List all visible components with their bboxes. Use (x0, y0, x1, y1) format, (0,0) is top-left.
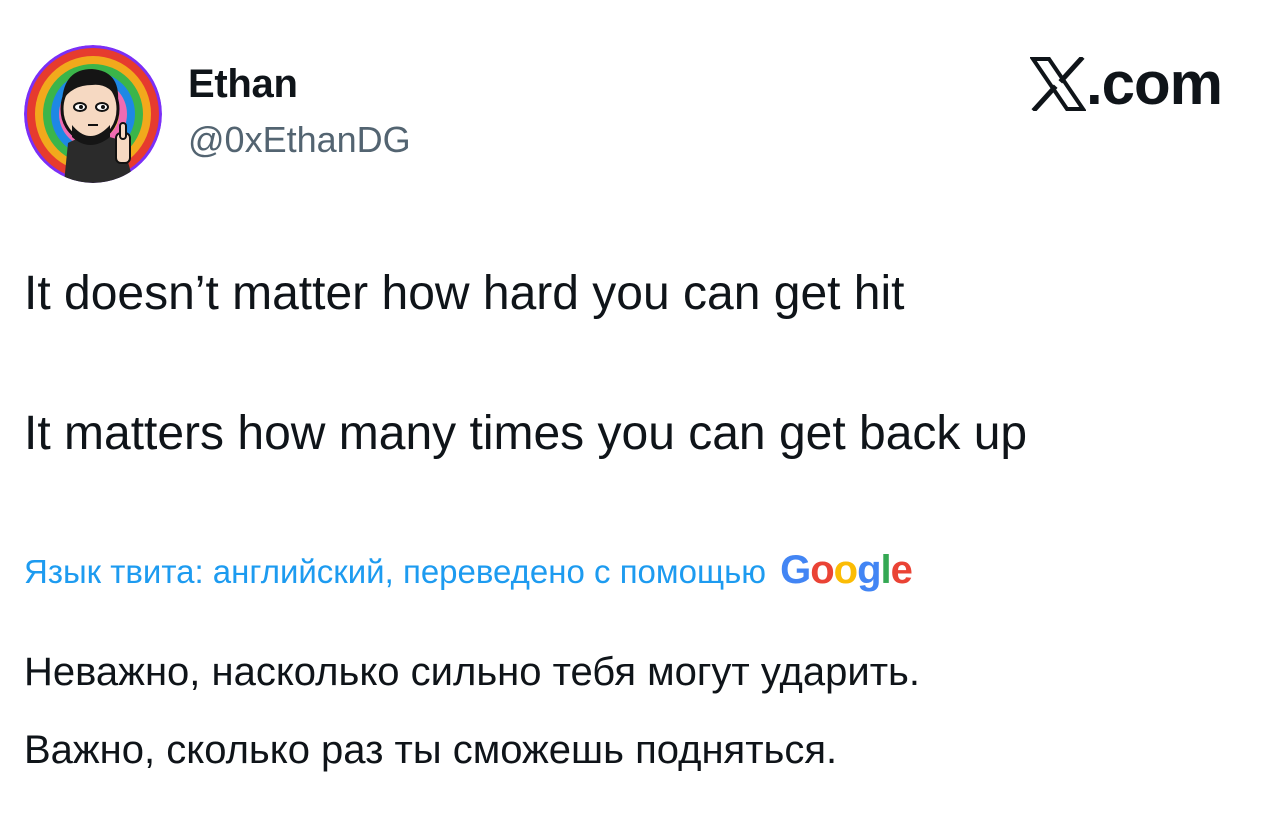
user-handle[interactable]: @0xEthanDG (188, 118, 411, 162)
tweet-card: Ethan @0xEthanDG .com It doesn’t matter … (0, 0, 1280, 814)
author-info: Ethan @0xEthanDG (188, 60, 411, 162)
cartoon-avatar-icon (24, 45, 162, 183)
google-logo-letter: o (810, 548, 834, 592)
google-logo-letter: G (780, 548, 811, 592)
translated-text-line: Важно, сколько раз ты сможешь подняться. (24, 728, 838, 772)
tweet-text-line: It doesn’t matter how hard you can get h… (24, 267, 905, 320)
avatar[interactable] (24, 45, 162, 183)
google-logo-letter: g (857, 548, 881, 592)
google-logo-letter: o (833, 548, 858, 592)
x-logo-icon (1029, 57, 1086, 111)
translated-text-line: Неважно, насколько сильно тебя могут уда… (24, 650, 920, 694)
google-logo-letter: l (880, 548, 892, 592)
translation-label: Язык твита: английский, переведено с пом… (24, 553, 767, 590)
google-logo: Google (780, 548, 913, 592)
translation-note[interactable]: Язык твита: английский, переведено с пом… (24, 548, 913, 594)
brand-watermark: .com (1029, 50, 1223, 117)
brand-domain: .com (1085, 50, 1223, 117)
tweet-text-line: It matters how many times you can get ba… (24, 407, 1028, 460)
display-name[interactable]: Ethan (188, 60, 411, 108)
google-logo-letter: e (890, 548, 913, 592)
